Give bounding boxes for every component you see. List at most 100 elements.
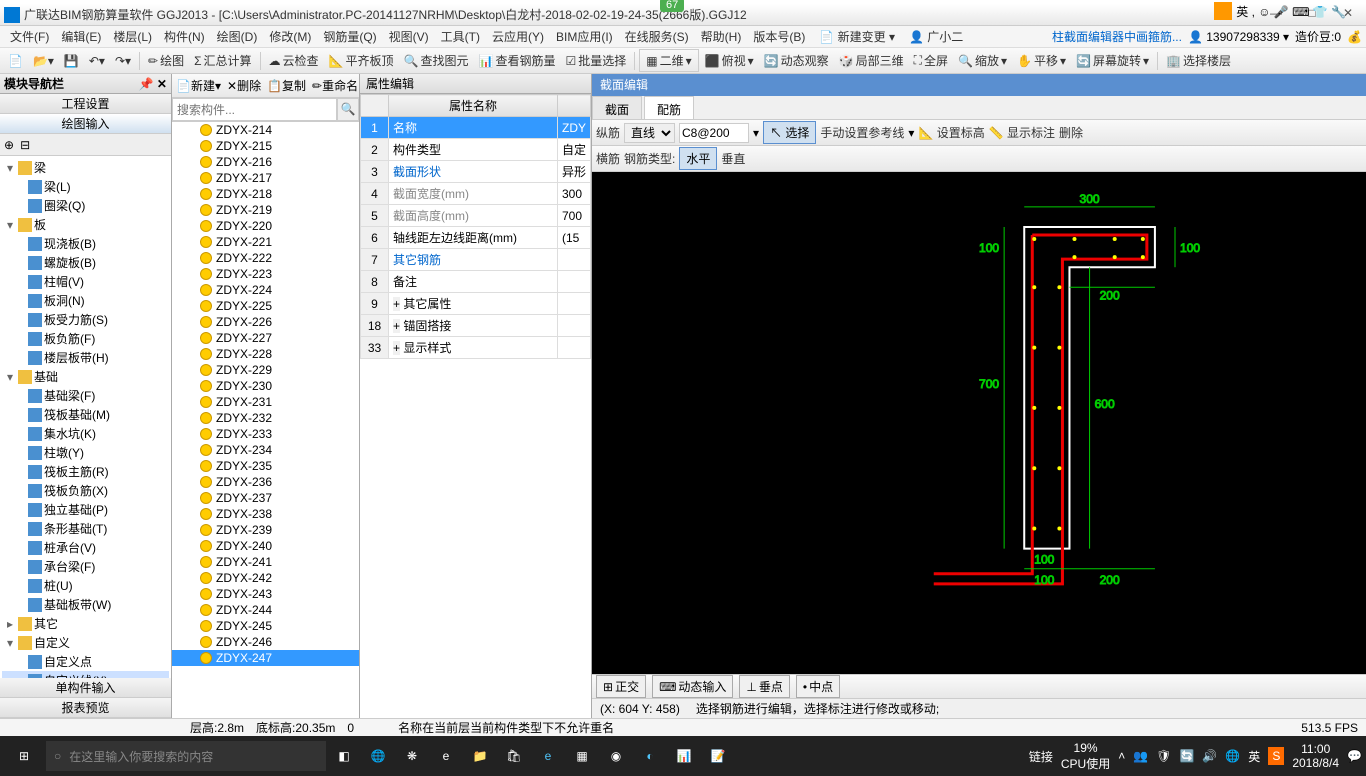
tree-node[interactable]: 条形基础(T) <box>2 519 169 538</box>
property-row[interactable]: 2构件类型自定 <box>361 139 591 161</box>
property-row[interactable]: 3截面形状异形 <box>361 161 591 183</box>
taskbar-app5-icon[interactable]: ◐ <box>634 740 666 772</box>
tree-node[interactable]: 筏板负筋(X) <box>2 481 169 500</box>
component-item[interactable]: ZDYX-232 <box>172 410 359 426</box>
component-item[interactable]: ZDYX-220 <box>172 218 359 234</box>
component-item[interactable]: ZDYX-222 <box>172 250 359 266</box>
fullscreen-button[interactable]: ⛶ 全屏 <box>910 50 952 71</box>
taskbar-search[interactable]: ○ 在这里输入你要搜索的内容 <box>46 741 326 771</box>
component-item[interactable]: ZDYX-221 <box>172 234 359 250</box>
menu-item[interactable]: 构件(N) <box>158 28 211 46</box>
property-row[interactable]: 7其它钢筋 <box>361 249 591 271</box>
component-item[interactable]: ZDYX-245 <box>172 618 359 634</box>
taskbar-app2-icon[interactable]: ❋ <box>396 740 428 772</box>
delete-button[interactable]: 删除 <box>1059 124 1083 141</box>
taskbar-folder-icon[interactable]: 📁 <box>464 740 496 772</box>
tray-volume-icon[interactable]: 🔊 <box>1202 749 1217 763</box>
tree-node[interactable]: 桩(U) <box>2 576 169 595</box>
taskbar-ie-icon[interactable]: e <box>532 740 564 772</box>
menu-item[interactable]: 版本号(B) <box>747 28 811 46</box>
component-item[interactable]: ZDYX-217 <box>172 170 359 186</box>
component-item[interactable]: ZDYX-218 <box>172 186 359 202</box>
spec-input[interactable] <box>679 123 749 143</box>
tray-clock[interactable]: 11:002018/8/4 <box>1292 742 1339 770</box>
select-button[interactable]: ↖ 选择 <box>763 121 816 144</box>
property-row[interactable]: 8备注 <box>361 271 591 293</box>
rotate-button[interactable]: 🔄 屏幕旋转 ▾ <box>1072 50 1153 71</box>
tree-node[interactable]: 圈梁(Q) <box>2 196 169 215</box>
property-row[interactable]: 6轴线距左边线距离(mm)(15 <box>361 227 591 249</box>
tray-sogou-icon[interactable]: S <box>1268 747 1284 765</box>
menu-item[interactable]: 绘图(D) <box>211 28 264 46</box>
property-row[interactable]: 1名称ZDY <box>361 117 591 139</box>
report-preview-button[interactable]: 报表预览 <box>0 698 171 718</box>
tree-node[interactable]: ▾板 <box>2 215 169 234</box>
tree-node[interactable]: 承台梁(F) <box>2 557 169 576</box>
rebar-tab[interactable]: 配筋 <box>644 96 694 119</box>
tree-node[interactable]: 板洞(N) <box>2 291 169 310</box>
menu-item[interactable]: 钢筋量(Q) <box>317 28 382 46</box>
single-input-button[interactable]: 单构件输入 <box>0 678 171 698</box>
bird-view-button[interactable]: ⬛ 俯视 ▾ <box>701 50 758 71</box>
tray-up-icon[interactable]: ˄ <box>1118 749 1125 763</box>
search-button[interactable]: 🔍 <box>337 98 359 121</box>
property-row[interactable]: 4截面宽度(mm)300 <box>361 183 591 205</box>
draw-button[interactable]: ✏ 绘图 <box>144 50 188 71</box>
component-item[interactable]: ZDYX-230 <box>172 378 359 394</box>
show-dim-button[interactable]: 📏 显示标注 <box>989 124 1055 141</box>
flat-top-button[interactable]: 📐 平齐板顶 <box>325 50 398 71</box>
task-view-icon[interactable]: ◧ <box>328 740 360 772</box>
taskbar-store-icon[interactable]: 🛍 <box>498 740 530 772</box>
set-elev-button[interactable]: 📐 设置标高 <box>918 124 984 141</box>
menu-item[interactable]: 视图(V) <box>383 28 435 46</box>
menu-item[interactable]: 帮助(H) <box>695 28 748 46</box>
tree-node[interactable]: 筏板基础(M) <box>2 405 169 424</box>
component-item[interactable]: ZDYX-239 <box>172 522 359 538</box>
component-item[interactable]: ZDYX-229 <box>172 362 359 378</box>
manual-ref-button[interactable]: 手动设置参考线 <box>820 124 904 141</box>
tree-node[interactable]: ▾基础 <box>2 367 169 386</box>
open-icon[interactable]: 📂▾ <box>29 52 58 70</box>
component-item[interactable]: ZDYX-236 <box>172 474 359 490</box>
tree-node[interactable]: 自定义点 <box>2 652 169 671</box>
menu-item[interactable]: 楼层(L) <box>107 28 158 46</box>
property-row[interactable]: 33+ 显示样式 <box>361 337 591 359</box>
line-select[interactable]: 直线 <box>624 123 675 143</box>
tree-node[interactable]: 独立基础(P) <box>2 500 169 519</box>
taskbar-app7-icon[interactable]: 📝 <box>702 740 734 772</box>
menu-item[interactable]: 在线服务(S) <box>619 28 695 46</box>
tray-sync-icon[interactable]: 🔄 <box>1179 749 1194 763</box>
component-item[interactable]: ZDYX-234 <box>172 442 359 458</box>
component-item[interactable]: ZDYX-247 <box>172 650 359 666</box>
mid-button[interactable]: • 中点 <box>796 675 840 698</box>
component-item[interactable]: ZDYX-225 <box>172 298 359 314</box>
property-row[interactable]: 9+ 其它属性 <box>361 293 591 315</box>
dyn-input-button[interactable]: ⌨ 动态输入 <box>652 675 733 698</box>
tree-node[interactable]: ▾梁 <box>2 158 169 177</box>
component-item[interactable]: ZDYX-233 <box>172 426 359 442</box>
spec-dropdown-icon[interactable]: ▾ <box>753 126 759 140</box>
tree-node[interactable]: 基础梁(F) <box>2 386 169 405</box>
dim-select[interactable]: ▦ 二维 ▾ <box>639 49 698 72</box>
tree-node[interactable]: 板受力筋(S) <box>2 310 169 329</box>
section-tab[interactable]: 截面 <box>592 96 642 119</box>
component-item[interactable]: ZDYX-240 <box>172 538 359 554</box>
cloud-check-button[interactable]: ☁ 云检查 <box>265 50 323 71</box>
tree-node[interactable]: 基础板带(W) <box>2 595 169 614</box>
tree-node[interactable]: 现浇板(B) <box>2 234 169 253</box>
del-comp-button[interactable]: ✕删除 <box>225 77 263 94</box>
draw-input-button[interactable]: 绘图输入 <box>0 114 171 134</box>
horizontal-button[interactable]: 水平 <box>679 147 717 170</box>
find-button[interactable]: 🔍 查找图元 <box>400 50 473 71</box>
tree-node[interactable]: 柱墩(Y) <box>2 443 169 462</box>
tree-node[interactable]: 螺旋板(B) <box>2 253 169 272</box>
section-canvas[interactable]: 300 100 200 700 600 100 200 100 100 <box>592 172 1366 674</box>
vertical-button[interactable]: 垂直 <box>721 150 745 167</box>
tree-node[interactable]: 梁(L) <box>2 177 169 196</box>
menu-item[interactable]: 工具(T) <box>435 28 486 46</box>
ortho-button[interactable]: ⊞ 正交 <box>596 675 646 698</box>
taskbar-app4-icon[interactable]: ◉ <box>600 740 632 772</box>
user-button[interactable]: 👤 广小二 <box>903 26 969 47</box>
tree-node[interactable]: 楼层板带(H) <box>2 348 169 367</box>
menu-item[interactable]: 修改(M) <box>263 28 317 46</box>
